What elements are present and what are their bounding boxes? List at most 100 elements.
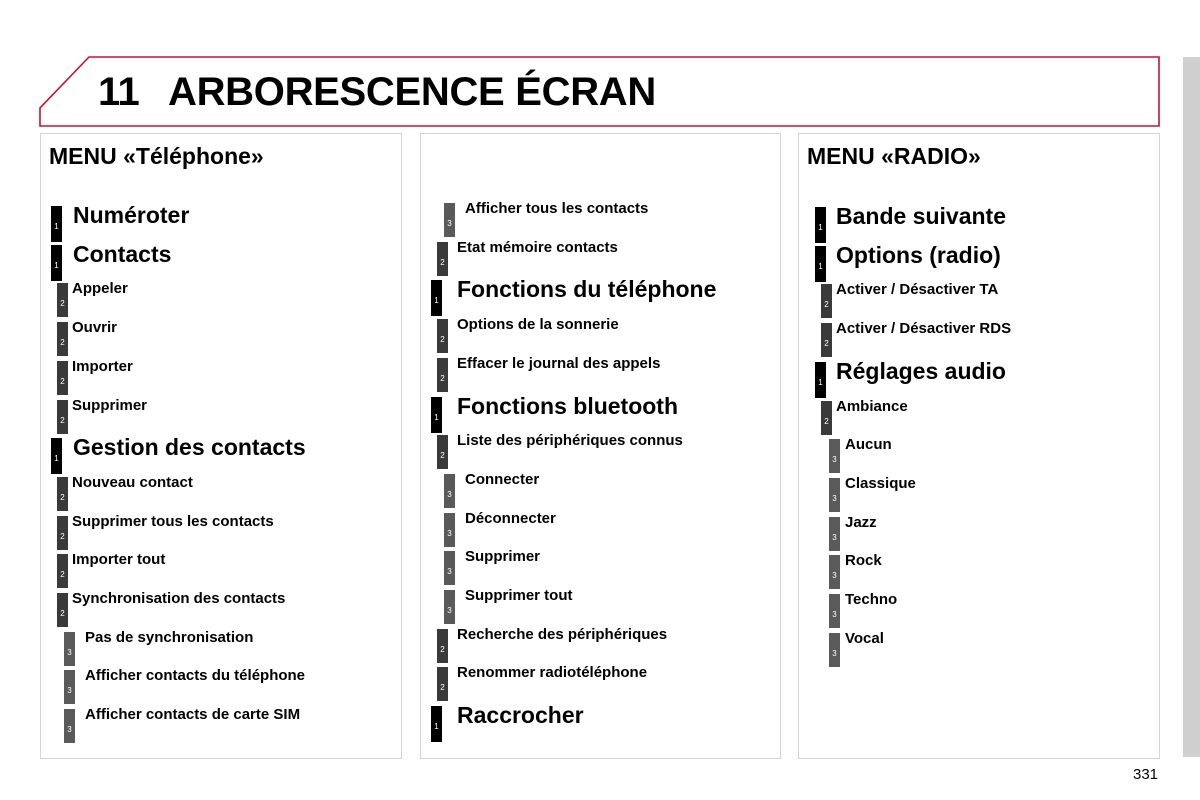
menu-item-label: Numéroter bbox=[73, 202, 190, 228]
menu-item-level-2: 2 Activer / Désactiver TA bbox=[799, 281, 1139, 319]
menu-item-level-2: 2 Importer bbox=[41, 358, 381, 395]
menu-item-level-2: 2 Appeler bbox=[41, 280, 381, 318]
menu-item-label: Liste des périphériques connus bbox=[457, 432, 683, 450]
panel-title: MENU «Téléphone» bbox=[49, 143, 264, 169]
menu-item-level-3: 3 Rock bbox=[799, 552, 1139, 590]
level-badge: 2 bbox=[437, 241, 448, 276]
menu-item-level-3: 3 Afficher contacts de carte SIM bbox=[41, 706, 381, 744]
level-badge: 1 bbox=[815, 207, 826, 243]
level-badge: 1 bbox=[431, 396, 442, 433]
menu-item-level-1: 1 Réglages audio bbox=[799, 358, 1139, 398]
menu-item-level-1: 1 Gestion des contacts bbox=[41, 434, 381, 475]
menu-item-level-2: 2 Importer tout bbox=[41, 551, 381, 589]
menu-item-label: Classique bbox=[845, 474, 916, 492]
level-badge: 2 bbox=[821, 284, 832, 319]
level-badge: 2 bbox=[437, 319, 448, 354]
level-badge: 3 bbox=[64, 670, 75, 705]
menu-item-label: Options de la sonnerie bbox=[457, 316, 619, 334]
page-number: 331 bbox=[1133, 766, 1159, 783]
menu-item-label: Pas de synchronisation bbox=[85, 628, 254, 646]
level-badge: 2 bbox=[437, 667, 448, 702]
menu-item-level-1: 1 Fonctions bluetooth bbox=[421, 393, 761, 433]
level-badge: 1 bbox=[51, 206, 62, 242]
menu-item-label: Rock bbox=[845, 552, 882, 570]
menu-item-label: Techno bbox=[845, 591, 898, 608]
menu-item-label: Recherche des périphériques bbox=[457, 625, 668, 643]
menu-item-level-1: 1 Contacts bbox=[41, 241, 381, 281]
menu-item-label: Supprimer bbox=[465, 548, 541, 566]
chapter-number: 11 bbox=[98, 70, 140, 114]
menu-item-label: Effacer le journal des appels bbox=[457, 354, 661, 372]
menu-item-level-1: 1 Options (radio) bbox=[799, 242, 1139, 282]
menu-item-level-3: 3 Techno bbox=[799, 591, 1139, 628]
menu-item-label: Fonctions bluetooth bbox=[457, 392, 679, 419]
menu-item-label: Afficher contacts du téléphone bbox=[85, 667, 306, 685]
level-badge: 2 bbox=[57, 283, 68, 318]
level-badge: 2 bbox=[57, 476, 68, 511]
level-badge: 3 bbox=[444, 590, 455, 624]
menu-item-level-2: 2 Activer / Désactiver RDS bbox=[799, 320, 1139, 358]
level-badge: 2 bbox=[57, 554, 68, 589]
menu-item-label: Connecter bbox=[465, 470, 540, 488]
level-badge: 2 bbox=[437, 628, 448, 663]
menu-item-level-3: 3 Vocal bbox=[799, 630, 1139, 667]
menu-item-level-3: 3 Pas de synchronisation bbox=[41, 628, 381, 666]
menu-item-label: Renommer radiotéléphone bbox=[457, 664, 648, 682]
menu-item-label: Supprimer bbox=[72, 396, 148, 414]
menu-item-label: Afficher tous les contacts bbox=[465, 200, 649, 217]
panel-telephone-menu-continued: 3 Afficher tous les contacts 2 Etat mémoire… bbox=[420, 133, 781, 759]
menu-item-level-2: 2 Synchronisation des contacts bbox=[41, 590, 381, 627]
menu-item-level-1: 1 Raccrocher bbox=[421, 702, 761, 743]
level-badge: 3 bbox=[829, 594, 840, 628]
menu-item-level-2: 2 Liste des périphériques connus bbox=[421, 432, 761, 470]
menu-item-label: Contacts bbox=[73, 240, 172, 267]
level-badge: 1 bbox=[815, 245, 826, 282]
menu-item-level-1: 1 Fonctions du téléphone bbox=[421, 276, 761, 317]
menu-item-level-3: 3 Connecter bbox=[421, 470, 761, 508]
menu-item-level-3: 3 Supprimer tout bbox=[421, 587, 761, 624]
level-badge: 1 bbox=[51, 244, 62, 281]
level-badge: 3 bbox=[64, 631, 75, 666]
level-badge: 1 bbox=[815, 361, 826, 398]
menu-item-label: Fonctions du téléphone bbox=[457, 276, 717, 303]
menu-item-label: Raccrocher bbox=[457, 702, 584, 729]
menu-item-level-3: 3 Jazz bbox=[799, 513, 1139, 551]
level-badge: 2 bbox=[57, 360, 68, 395]
menu-item-level-3: 3 Afficher tous les contacts bbox=[421, 200, 761, 237]
level-badge: 2 bbox=[821, 323, 832, 358]
menu-item-level-2: 2 Supprimer bbox=[41, 396, 381, 434]
level-badge: 1 bbox=[431, 280, 442, 317]
menu-item-label: Supprimer tous les contacts bbox=[72, 512, 274, 530]
level-badge: 2 bbox=[57, 593, 68, 627]
menu-item-label: Nouveau contact bbox=[72, 473, 193, 491]
menu-item-label: Aucun bbox=[845, 436, 892, 454]
level-badge: 1 bbox=[431, 706, 442, 743]
menu-item-label: Etat mémoire contacts bbox=[457, 238, 618, 256]
page-title: ARBORESCENCE ÉCRAN bbox=[168, 70, 656, 114]
menu-item-level-2: 2 Ouvrir bbox=[41, 319, 381, 357]
menu-item-label: Bande suivante bbox=[836, 203, 1006, 229]
menu-item-level-3: 3 Classique bbox=[799, 474, 1139, 512]
menu-item-label: Appeler bbox=[72, 280, 128, 298]
menu-item-level-2: 2 Nouveau contact bbox=[41, 473, 381, 511]
menu-item-level-3: 3 Supprimer bbox=[421, 548, 761, 586]
side-tab-strip bbox=[1183, 57, 1200, 757]
menu-item-level-2: 2 Supprimer tous les contacts bbox=[41, 512, 381, 550]
menu-item-label: Jazz bbox=[845, 513, 877, 531]
level-badge: 2 bbox=[57, 322, 68, 357]
menu-item-level-2: 2 Etat mémoire contacts bbox=[421, 238, 761, 276]
menu-item-label: Réglages audio bbox=[836, 357, 1006, 384]
level-badge: 3 bbox=[444, 473, 455, 508]
level-badge: 3 bbox=[829, 632, 840, 667]
menu-item-level-1: 1 Numéroter bbox=[41, 202, 381, 242]
menu-item-label: Importer tout bbox=[72, 551, 166, 569]
menu-item-level-3: 3 Aucun bbox=[799, 436, 1139, 474]
level-badge: 3 bbox=[444, 203, 455, 237]
menu-item-level-2: 2 Renommer radiotéléphone bbox=[421, 664, 761, 702]
level-badge: 2 bbox=[821, 400, 832, 435]
menu-item-label: Activer / Désactiver TA bbox=[836, 281, 999, 299]
menu-item-label: Ambiance bbox=[836, 397, 908, 415]
level-badge: 3 bbox=[829, 477, 840, 512]
menu-item-level-3: 3 Afficher contacts du téléphone bbox=[41, 667, 381, 705]
menu-item-level-3: 3 Déconnecter bbox=[421, 510, 761, 547]
